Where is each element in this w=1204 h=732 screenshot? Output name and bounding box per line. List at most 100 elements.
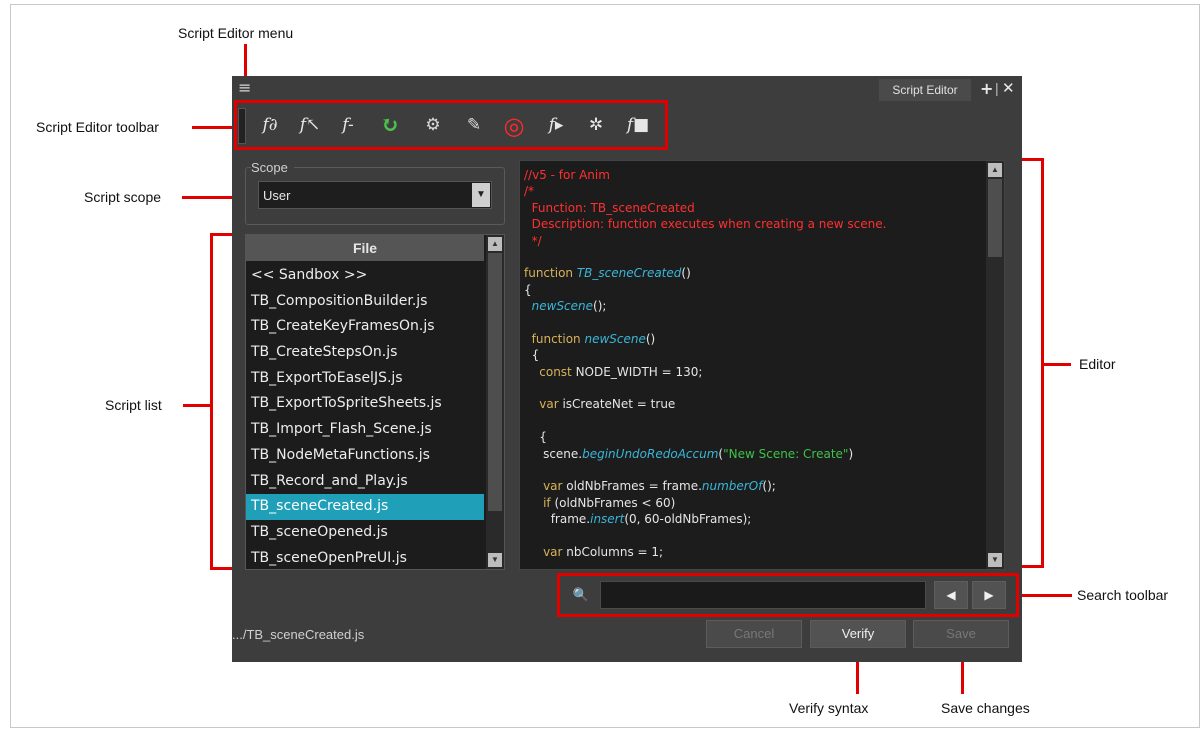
- code-token: nbColumns = 1;: [566, 544, 664, 559]
- code-token: {: [524, 348, 540, 363]
- code-line: //v5 - for Anim: [524, 167, 886, 183]
- chevron-down-icon[interactable]: ▼: [472, 183, 490, 207]
- script-list-scroll-thumb[interactable]: [488, 253, 502, 511]
- tab-script-editor[interactable]: Script Editor: [879, 79, 971, 101]
- code-token: "New Scene: Create": [723, 446, 849, 461]
- code-token: Function: TB_sceneCreated: [524, 200, 695, 215]
- close-icon[interactable]: ✕: [1002, 79, 1015, 97]
- menu-icon[interactable]: ≡: [238, 80, 260, 98]
- editor-scrollbar[interactable]: ▲ ▼: [986, 161, 1004, 569]
- script-list: File << Sandbox >> TB_CompositionBuilder…: [245, 234, 505, 570]
- debug-icon[interactable]: ✲: [582, 110, 610, 140]
- find-next-button[interactable]: ▶: [972, 581, 1006, 609]
- callout-line-list: [183, 404, 213, 407]
- script-list-scrollbar[interactable]: ▲ ▼: [486, 235, 504, 569]
- code-token: beginUndoRedoAccum: [582, 446, 719, 461]
- set-target-icon[interactable]: ⚙: [419, 110, 447, 140]
- script-editor-toolbar: f∂ f↖ f- ↻ ⚙ ✎ ◎ f▸ ✲ f■: [236, 104, 666, 148]
- list-item[interactable]: << Sandbox >>: [246, 263, 484, 289]
- add-view-icon[interactable]: +: [980, 79, 993, 98]
- code-token: ();: [762, 479, 776, 494]
- refresh-icon[interactable]: ↻: [376, 110, 404, 140]
- code-line: frame.insert(0, 60-oldNbFrames);: [524, 511, 886, 527]
- script-editor-window: ≡ Script Editor + | ✕ f∂ f↖ f- ↻ ⚙ ✎ ◎ f…: [232, 76, 1022, 662]
- code-token: var: [524, 479, 567, 494]
- code-token: oldNbFrames = frame.: [566, 479, 702, 494]
- code-token: numberOf: [701, 479, 763, 494]
- current-script-path: .../TB_sceneCreated.js: [232, 627, 365, 642]
- save-button[interactable]: Save: [913, 620, 1009, 648]
- code-line: newScene();: [524, 298, 886, 314]
- import-script-icon[interactable]: f↖: [296, 110, 324, 140]
- scroll-down-icon[interactable]: ▼: [988, 553, 1002, 567]
- list-item[interactable]: TB_ExportToSpriteSheets.js: [246, 391, 484, 417]
- callout-search: Search toolbar: [1077, 587, 1169, 603]
- search-input[interactable]: [600, 581, 926, 609]
- scroll-down-icon[interactable]: ▼: [488, 553, 502, 567]
- code-token: (oldNbFrames < 60): [554, 495, 676, 510]
- code-token: (): [645, 331, 656, 346]
- list-item[interactable]: TB_CompositionBuilder.js: [246, 289, 484, 315]
- cancel-button[interactable]: Cancel: [706, 620, 802, 648]
- code-token: isCreateNet = true: [562, 397, 676, 412]
- scroll-up-icon[interactable]: ▲: [988, 163, 1002, 177]
- list-item[interactable]: TB_CreateStepsOn.js: [246, 340, 484, 366]
- code-line: scene.beginUndoRedoAccum("New Scene: Cre…: [524, 446, 886, 462]
- callout-line-editor: [1041, 363, 1071, 366]
- list-item[interactable]: TB_CreateKeyFramesOn.js: [246, 314, 484, 340]
- code-line: Description: function executes when crea…: [524, 216, 887, 232]
- code-line: var nbColumns = 1;: [524, 544, 886, 560]
- search-toolbar: 🔍 ◀ ▶: [562, 578, 1008, 612]
- list-item-selected[interactable]: TB_sceneCreated.js: [246, 494, 484, 520]
- code-line: const NODE_WIDTH = 130;: [524, 364, 886, 380]
- list-item[interactable]: TB_sceneOpenPreUI.js: [246, 546, 484, 569]
- code-token: frame.: [524, 512, 591, 527]
- code-token: scene.: [524, 446, 583, 461]
- code-line: {: [524, 282, 886, 298]
- editor-scroll-thumb[interactable]: [988, 179, 1002, 257]
- code-line: {: [524, 347, 886, 363]
- code-token: NODE_WIDTH = 130;: [575, 364, 703, 379]
- edit-target-icon[interactable]: ✎: [460, 110, 488, 140]
- callout-list: Script list: [105, 397, 162, 413]
- verify-button[interactable]: Verify: [810, 620, 906, 648]
- code-token: //v5 - for Anim: [524, 168, 610, 182]
- run-icon[interactable]: f▸: [542, 110, 570, 140]
- callout-scope: Script scope: [84, 189, 162, 205]
- callout-toolbar: Script Editor toolbar: [36, 119, 159, 135]
- code-editor[interactable]: //v5 - for Anim /* Function: TB_sceneCrea…: [519, 160, 1005, 570]
- list-item[interactable]: TB_sceneOpened.js: [246, 520, 484, 546]
- script-list-rows: << Sandbox >> TB_CompositionBuilder.js T…: [246, 263, 484, 569]
- file-column-header[interactable]: File: [246, 235, 484, 261]
- code-token: */: [524, 233, 542, 248]
- toolbar-grip[interactable]: [238, 108, 246, 144]
- tab-separator: |: [995, 80, 999, 96]
- callout-save: Save changes: [941, 700, 1030, 716]
- code-line: var oldNbFrames = frame.numberOf();: [524, 478, 886, 494]
- callout-line-menu: [244, 44, 247, 80]
- code-token: {: [524, 282, 532, 297]
- run-target-icon[interactable]: ◎: [500, 110, 528, 140]
- list-item[interactable]: TB_NodeMetaFunctions.js: [246, 443, 484, 469]
- list-item[interactable]: TB_Record_and_Play.js: [246, 469, 484, 495]
- code-line: {: [524, 429, 886, 445]
- scope-dropdown[interactable]: User ▼: [258, 181, 492, 209]
- new-script-icon[interactable]: f∂: [256, 110, 284, 140]
- code-token: (): [681, 266, 691, 281]
- code-token: /*: [524, 184, 535, 199]
- find-previous-button[interactable]: ◀: [934, 581, 968, 609]
- code-content[interactable]: //v5 - for Anim /* Function: TB_sceneCrea…: [524, 167, 886, 560]
- stop-icon[interactable]: f■: [624, 110, 652, 140]
- scroll-up-icon[interactable]: ▲: [488, 237, 502, 251]
- code-token: newScene: [584, 331, 646, 346]
- list-item[interactable]: TB_ExportToEaselJS.js: [246, 366, 484, 392]
- delete-script-icon[interactable]: f-: [334, 110, 362, 140]
- callout-verify: Verify syntax: [789, 700, 869, 716]
- list-item[interactable]: TB_Import_Flash_Scene.js: [246, 417, 484, 443]
